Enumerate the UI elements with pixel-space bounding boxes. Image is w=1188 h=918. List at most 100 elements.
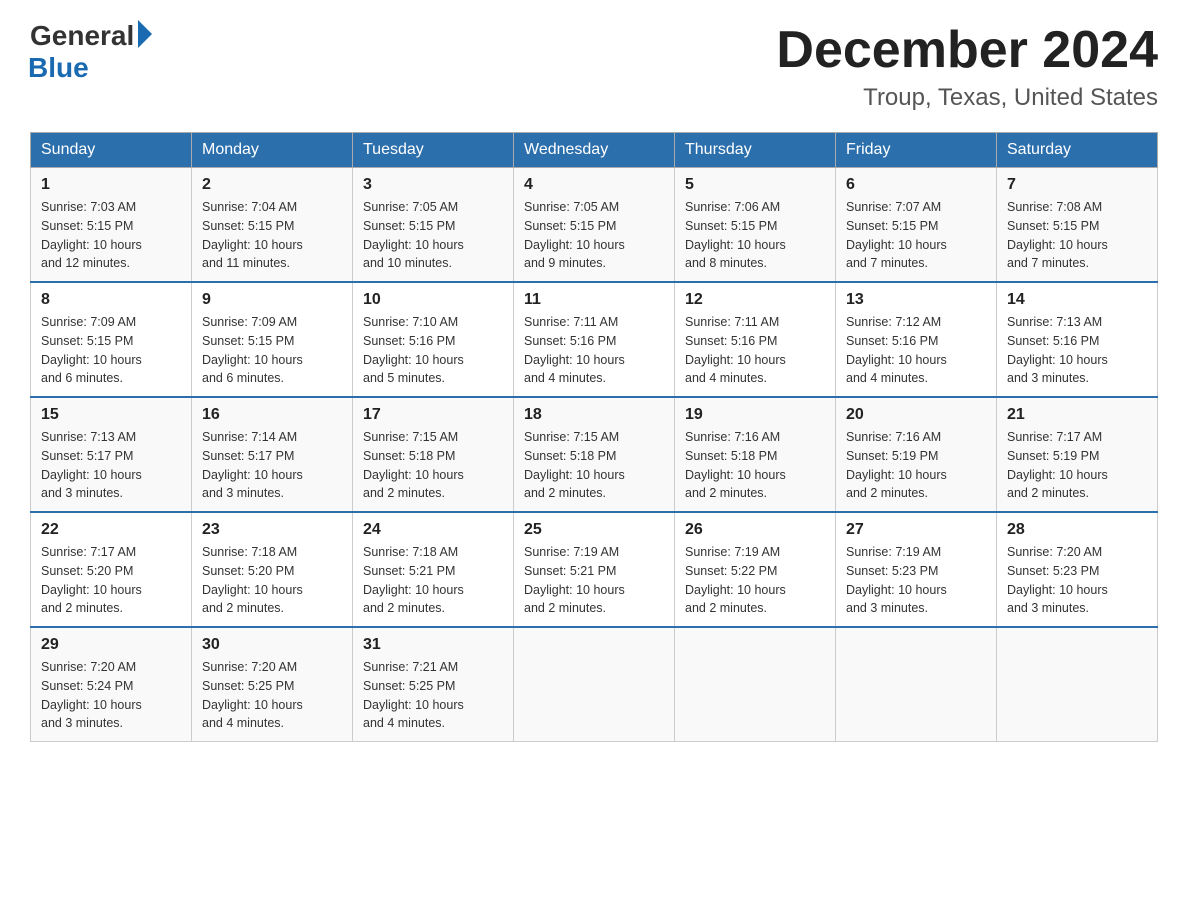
calendar-cell: 8 Sunrise: 7:09 AMSunset: 5:15 PMDaylight… bbox=[31, 282, 192, 397]
day-info: Sunrise: 7:06 AMSunset: 5:15 PMDaylight:… bbox=[685, 198, 825, 273]
day-number: 8 bbox=[41, 291, 181, 309]
weekday-header-sunday: Sunday bbox=[31, 133, 192, 168]
day-number: 1 bbox=[41, 176, 181, 194]
calendar-cell: 7Sunrise: 7:08 AMSunset: 5:15 PMDaylight… bbox=[997, 168, 1158, 283]
weekday-header-friday: Friday bbox=[836, 133, 997, 168]
day-info: Sunrise: 7:04 AMSunset: 5:15 PMDaylight:… bbox=[202, 198, 342, 273]
day-number: 12 bbox=[685, 291, 825, 309]
day-number: 3 bbox=[363, 176, 503, 194]
day-number: 27 bbox=[846, 521, 986, 539]
day-info: Sunrise: 7:13 AMSunset: 5:17 PMDaylight:… bbox=[41, 428, 181, 503]
day-info: Sunrise: 7:05 AMSunset: 5:15 PMDaylight:… bbox=[363, 198, 503, 273]
calendar-cell: 16Sunrise: 7:14 AMSunset: 5:17 PMDayligh… bbox=[192, 397, 353, 512]
calendar-cell: 30Sunrise: 7:20 AMSunset: 5:25 PMDayligh… bbox=[192, 627, 353, 742]
day-number: 6 bbox=[846, 176, 986, 194]
logo: General Blue bbox=[30, 20, 152, 84]
calendar-cell: 10 Sunrise: 7:10 AMSunset: 5:16 PMDayligh… bbox=[353, 282, 514, 397]
calendar-header-row: SundayMondayTuesdayWednesdayThursdayFrid… bbox=[31, 133, 1158, 168]
logo-arrow-icon bbox=[138, 20, 152, 48]
calendar-cell bbox=[675, 627, 836, 742]
day-info: Sunrise: 7:17 AMSunset: 5:19 PMDaylight:… bbox=[1007, 428, 1147, 503]
day-number: 4 bbox=[524, 176, 664, 194]
calendar-week-row: 29 Sunrise: 7:20 AMSunset: 5:24 PMDayligh… bbox=[31, 627, 1158, 742]
day-info: Sunrise: 7:18 AMSunset: 5:21 PMDaylight:… bbox=[363, 543, 503, 618]
calendar-cell: 21 Sunrise: 7:17 AMSunset: 5:19 PMDayligh… bbox=[997, 397, 1158, 512]
day-info: Sunrise: 7:16 AMSunset: 5:18 PMDaylight:… bbox=[685, 428, 825, 503]
day-number: 17 bbox=[363, 406, 503, 424]
calendar-week-row: 15 Sunrise: 7:13 AMSunset: 5:17 PMDayligh… bbox=[31, 397, 1158, 512]
day-info: Sunrise: 7:10 AMSunset: 5:16 PMDaylight:… bbox=[363, 313, 503, 388]
calendar-cell: 2 Sunrise: 7:04 AMSunset: 5:15 PMDaylight… bbox=[192, 168, 353, 283]
calendar-cell: 9Sunrise: 7:09 AMSunset: 5:15 PMDaylight… bbox=[192, 282, 353, 397]
calendar-week-row: 1 Sunrise: 7:03 AMSunset: 5:15 PMDaylight… bbox=[31, 168, 1158, 283]
logo-blue-text: Blue bbox=[28, 52, 89, 84]
day-number: 16 bbox=[202, 406, 342, 424]
calendar-cell: 24 Sunrise: 7:18 AMSunset: 5:21 PMDayligh… bbox=[353, 512, 514, 627]
day-number: 28 bbox=[1007, 521, 1147, 539]
calendar-cell: 12 Sunrise: 7:11 AMSunset: 5:16 PMDayligh… bbox=[675, 282, 836, 397]
weekday-header-wednesday: Wednesday bbox=[514, 133, 675, 168]
day-info: Sunrise: 7:15 AMSunset: 5:18 PMDaylight:… bbox=[524, 428, 664, 503]
day-info: Sunrise: 7:09 AMSunset: 5:15 PMDaylight:… bbox=[202, 313, 342, 388]
calendar-cell: 5 Sunrise: 7:06 AMSunset: 5:15 PMDaylight… bbox=[675, 168, 836, 283]
day-number: 13 bbox=[846, 291, 986, 309]
day-number: 19 bbox=[685, 406, 825, 424]
day-number: 10 bbox=[363, 291, 503, 309]
calendar-cell: 17 Sunrise: 7:15 AMSunset: 5:18 PMDayligh… bbox=[353, 397, 514, 512]
calendar-cell: 22Sunrise: 7:17 AMSunset: 5:20 PMDayligh… bbox=[31, 512, 192, 627]
day-info: Sunrise: 7:15 AMSunset: 5:18 PMDaylight:… bbox=[363, 428, 503, 503]
subtitle: Troup, Texas, United States bbox=[776, 84, 1158, 112]
calendar-cell bbox=[514, 627, 675, 742]
calendar-cell: 25Sunrise: 7:19 AMSunset: 5:21 PMDayligh… bbox=[514, 512, 675, 627]
calendar-cell: 3 Sunrise: 7:05 AMSunset: 5:15 PMDaylight… bbox=[353, 168, 514, 283]
day-number: 23 bbox=[202, 521, 342, 539]
day-number: 18 bbox=[524, 406, 664, 424]
weekday-header-saturday: Saturday bbox=[997, 133, 1158, 168]
day-info: Sunrise: 7:05 AMSunset: 5:15 PMDaylight:… bbox=[524, 198, 664, 273]
day-number: 2 bbox=[202, 176, 342, 194]
day-number: 21 bbox=[1007, 406, 1147, 424]
calendar-cell bbox=[997, 627, 1158, 742]
day-number: 31 bbox=[363, 636, 503, 654]
day-info: Sunrise: 7:11 AMSunset: 5:16 PMDaylight:… bbox=[685, 313, 825, 388]
day-number: 5 bbox=[685, 176, 825, 194]
calendar-cell: 27Sunrise: 7:19 AMSunset: 5:23 PMDayligh… bbox=[836, 512, 997, 627]
day-number: 15 bbox=[41, 406, 181, 424]
page-header: General Blue December 2024 Troup, Texas,… bbox=[30, 20, 1158, 112]
calendar-cell: 28Sunrise: 7:20 AMSunset: 5:23 PMDayligh… bbox=[997, 512, 1158, 627]
day-number: 26 bbox=[685, 521, 825, 539]
weekday-header-tuesday: Tuesday bbox=[353, 133, 514, 168]
main-title: December 2024 bbox=[776, 20, 1158, 80]
calendar-cell: 20Sunrise: 7:16 AMSunset: 5:19 PMDayligh… bbox=[836, 397, 997, 512]
calendar-cell: 26 Sunrise: 7:19 AMSunset: 5:22 PMDayligh… bbox=[675, 512, 836, 627]
calendar-cell: 23 Sunrise: 7:18 AMSunset: 5:20 PMDayligh… bbox=[192, 512, 353, 627]
day-number: 14 bbox=[1007, 291, 1147, 309]
calendar-cell: 4 Sunrise: 7:05 AMSunset: 5:15 PMDaylight… bbox=[514, 168, 675, 283]
day-info: Sunrise: 7:18 AMSunset: 5:20 PMDaylight:… bbox=[202, 543, 342, 618]
calendar-cell: 11 Sunrise: 7:11 AMSunset: 5:16 PMDayligh… bbox=[514, 282, 675, 397]
calendar-cell: 18 Sunrise: 7:15 AMSunset: 5:18 PMDayligh… bbox=[514, 397, 675, 512]
day-number: 22 bbox=[41, 521, 181, 539]
day-number: 30 bbox=[202, 636, 342, 654]
day-info: Sunrise: 7:21 AMSunset: 5:25 PMDaylight:… bbox=[363, 658, 503, 733]
day-number: 29 bbox=[41, 636, 181, 654]
day-number: 7 bbox=[1007, 176, 1147, 194]
day-info: Sunrise: 7:03 AMSunset: 5:15 PMDaylight:… bbox=[41, 198, 181, 273]
day-info: Sunrise: 7:19 AMSunset: 5:22 PMDaylight:… bbox=[685, 543, 825, 618]
calendar-cell: 29 Sunrise: 7:20 AMSunset: 5:24 PMDayligh… bbox=[31, 627, 192, 742]
day-info: Sunrise: 7:13 AMSunset: 5:16 PMDaylight:… bbox=[1007, 313, 1147, 388]
title-section: December 2024 Troup, Texas, United State… bbox=[776, 20, 1158, 112]
calendar-cell bbox=[836, 627, 997, 742]
calendar-cell: 1 Sunrise: 7:03 AMSunset: 5:15 PMDaylight… bbox=[31, 168, 192, 283]
day-info: Sunrise: 7:12 AMSunset: 5:16 PMDaylight:… bbox=[846, 313, 986, 388]
calendar-table: SundayMondayTuesdayWednesdayThursdayFrid… bbox=[30, 132, 1158, 742]
day-info: Sunrise: 7:20 AMSunset: 5:24 PMDaylight:… bbox=[41, 658, 181, 733]
day-info: Sunrise: 7:11 AMSunset: 5:16 PMDaylight:… bbox=[524, 313, 664, 388]
day-number: 11 bbox=[524, 291, 664, 309]
calendar-cell: 6Sunrise: 7:07 AMSunset: 5:15 PMDaylight… bbox=[836, 168, 997, 283]
calendar-cell: 13 Sunrise: 7:12 AMSunset: 5:16 PMDayligh… bbox=[836, 282, 997, 397]
day-info: Sunrise: 7:09 AMSunset: 5:15 PMDaylight:… bbox=[41, 313, 181, 388]
weekday-header-monday: Monday bbox=[192, 133, 353, 168]
day-info: Sunrise: 7:16 AMSunset: 5:19 PMDaylight:… bbox=[846, 428, 986, 503]
day-number: 24 bbox=[363, 521, 503, 539]
